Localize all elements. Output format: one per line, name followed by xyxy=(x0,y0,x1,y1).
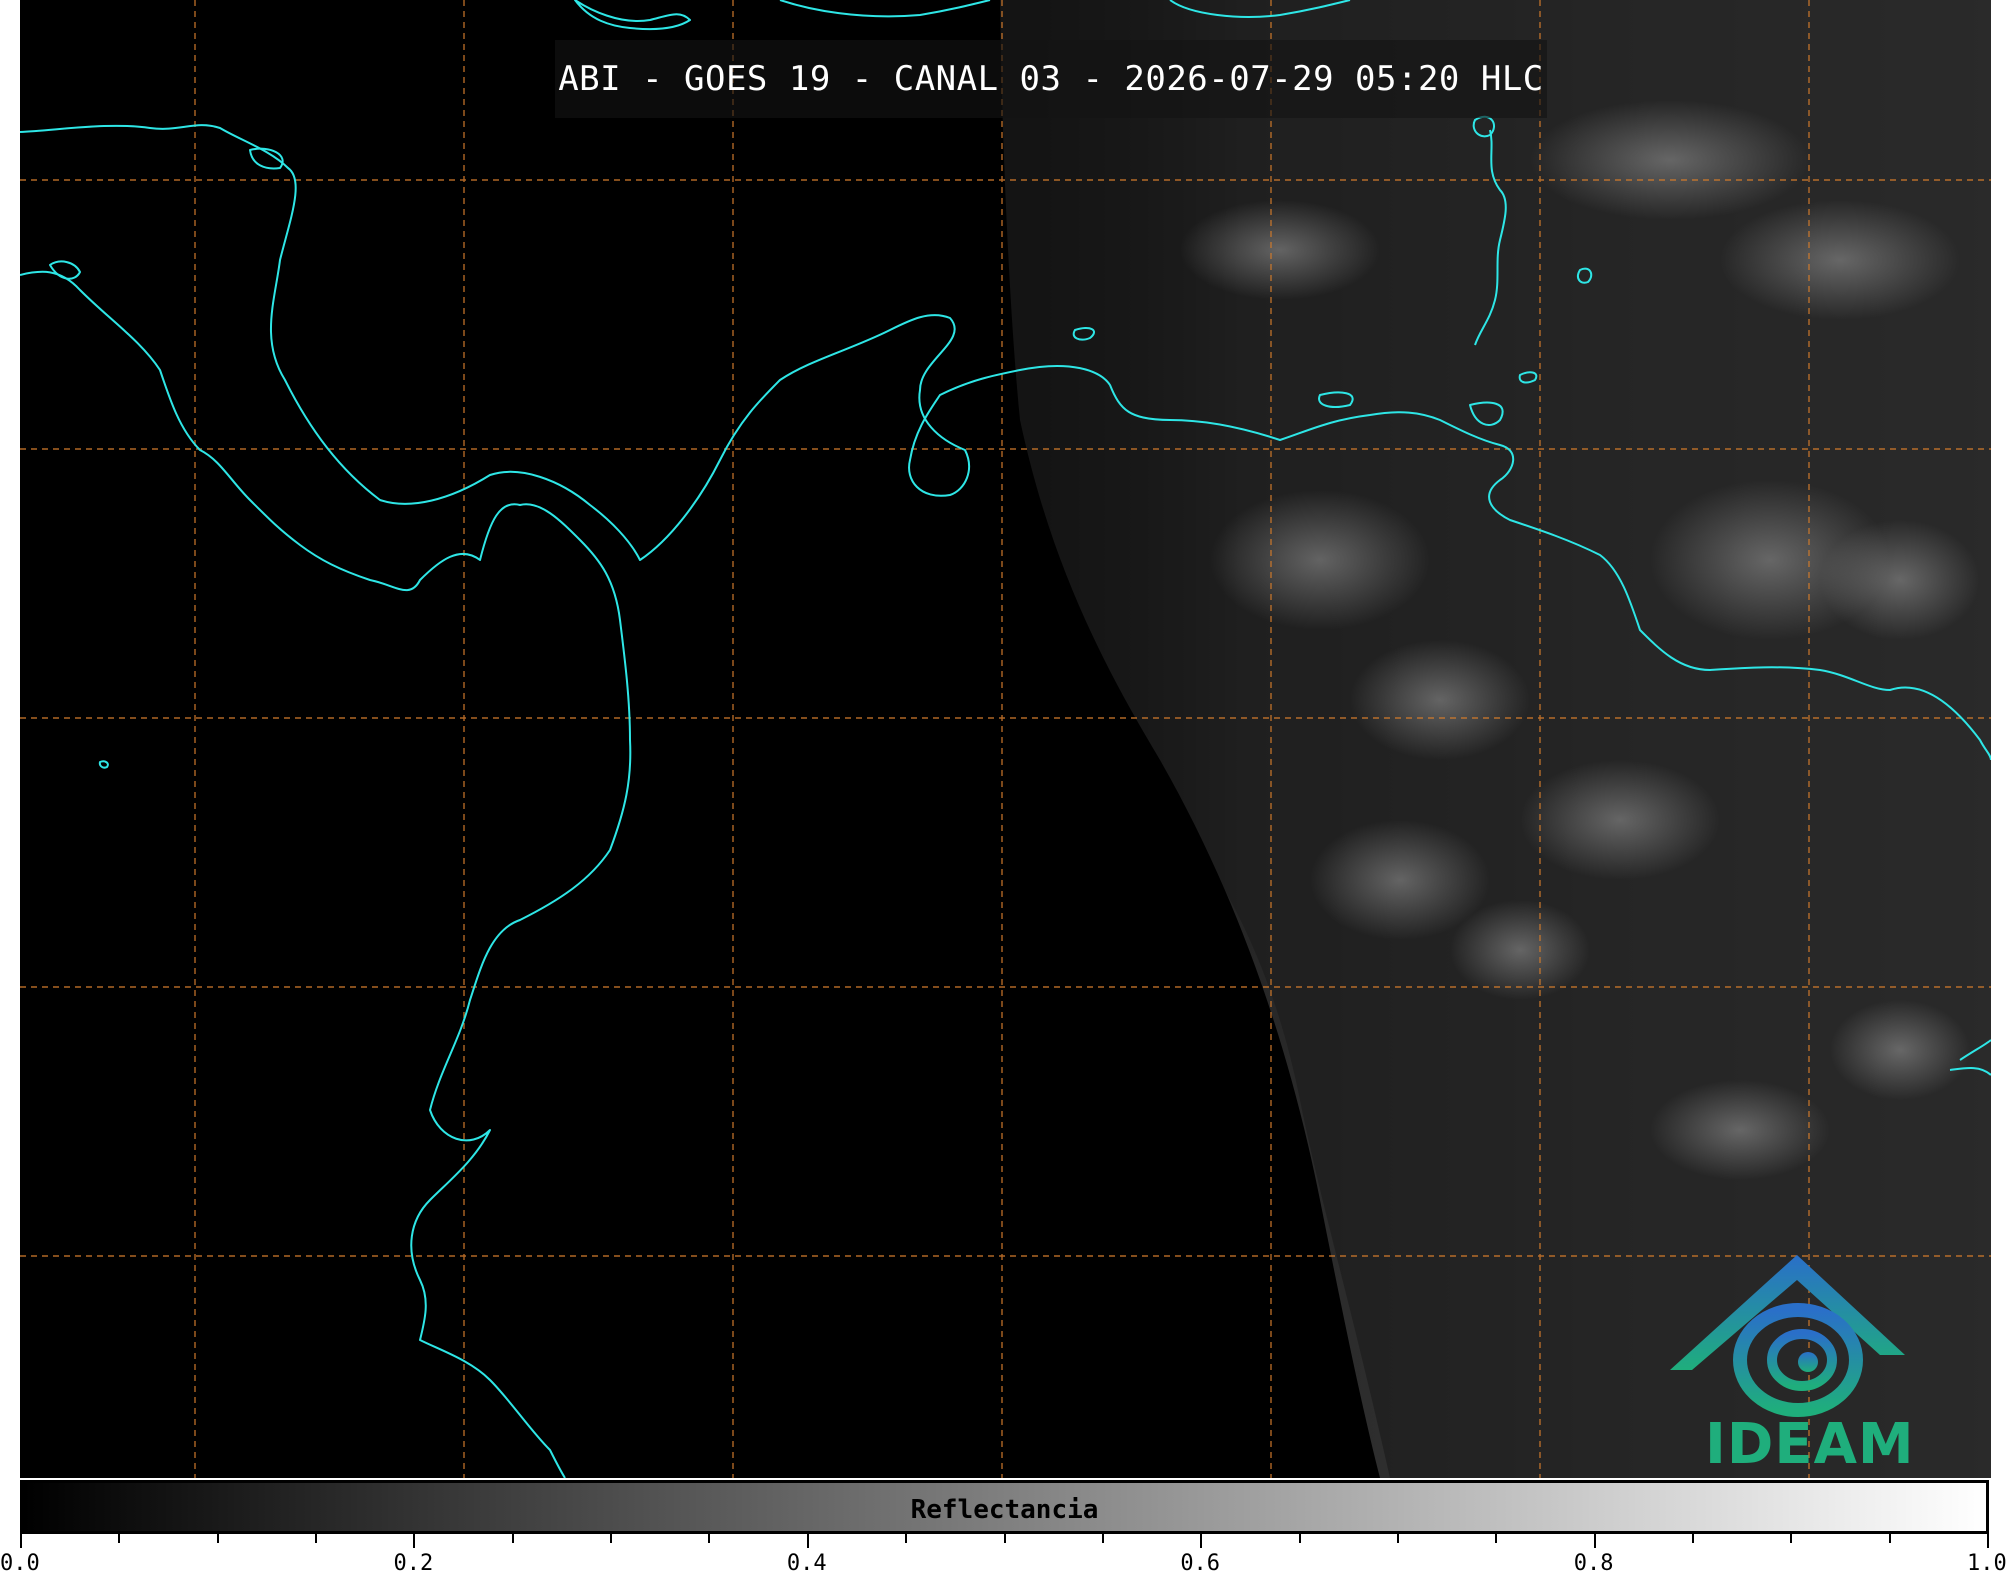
colorbar-major-tick xyxy=(1593,1534,1596,1548)
colorbar-minor-tick xyxy=(1396,1534,1399,1543)
colorbar-tick-label: 1.0 xyxy=(1967,1551,2007,1576)
colorbar: Reflectancia xyxy=(20,1480,1989,1534)
colorbar-minor-tick xyxy=(1888,1534,1891,1543)
colorbar-minor-tick xyxy=(610,1534,613,1543)
colorbar-tick-label: 0.4 xyxy=(786,1551,827,1576)
colorbar-tick-label: 0.8 xyxy=(1573,1551,1614,1576)
colorbar-major-tick xyxy=(1200,1534,1203,1548)
colorbar-label: Reflectancia xyxy=(910,1495,1099,1525)
colorbar-major-tick xyxy=(1987,1534,1989,1548)
colorbar-ticks: 0.0 0.2 0.4 0.6 0.8 1.0 xyxy=(0,1534,2007,1577)
colorbar-minor-tick xyxy=(1298,1534,1301,1543)
map-canvas xyxy=(20,0,1991,1478)
colorbar-major-tick xyxy=(806,1534,809,1548)
colorbar-minor-tick xyxy=(216,1534,219,1543)
colorbar-minor-tick xyxy=(708,1534,711,1543)
colorbar-minor-tick xyxy=(511,1534,514,1543)
colorbar-tick-label: 0.0 xyxy=(0,1551,40,1576)
colorbar-tick-label: 0.2 xyxy=(393,1551,434,1576)
colorbar-minor-tick xyxy=(118,1534,121,1543)
colorbar-minor-tick xyxy=(1495,1534,1498,1543)
colorbar-tick-label: 0.6 xyxy=(1180,1551,1221,1576)
map-title: ABI - GOES 19 - CANAL 03 - 2026-07-29 05… xyxy=(555,40,1547,118)
colorbar-minor-tick xyxy=(1790,1534,1793,1543)
colorbar-minor-tick xyxy=(1101,1534,1104,1543)
colorbar-major-tick xyxy=(20,1534,22,1548)
colorbar-minor-tick xyxy=(905,1534,908,1543)
ideam-logo-text: IDEAM xyxy=(1705,1412,1915,1477)
colorbar-minor-tick xyxy=(315,1534,318,1543)
colorbar-minor-tick xyxy=(1003,1534,1006,1543)
colorbar-minor-tick xyxy=(1691,1534,1694,1543)
satellite-map[interactable]: ABI - GOES 19 - CANAL 03 - 2026-07-29 05… xyxy=(20,0,1991,1478)
colorbar-major-tick xyxy=(413,1534,416,1548)
